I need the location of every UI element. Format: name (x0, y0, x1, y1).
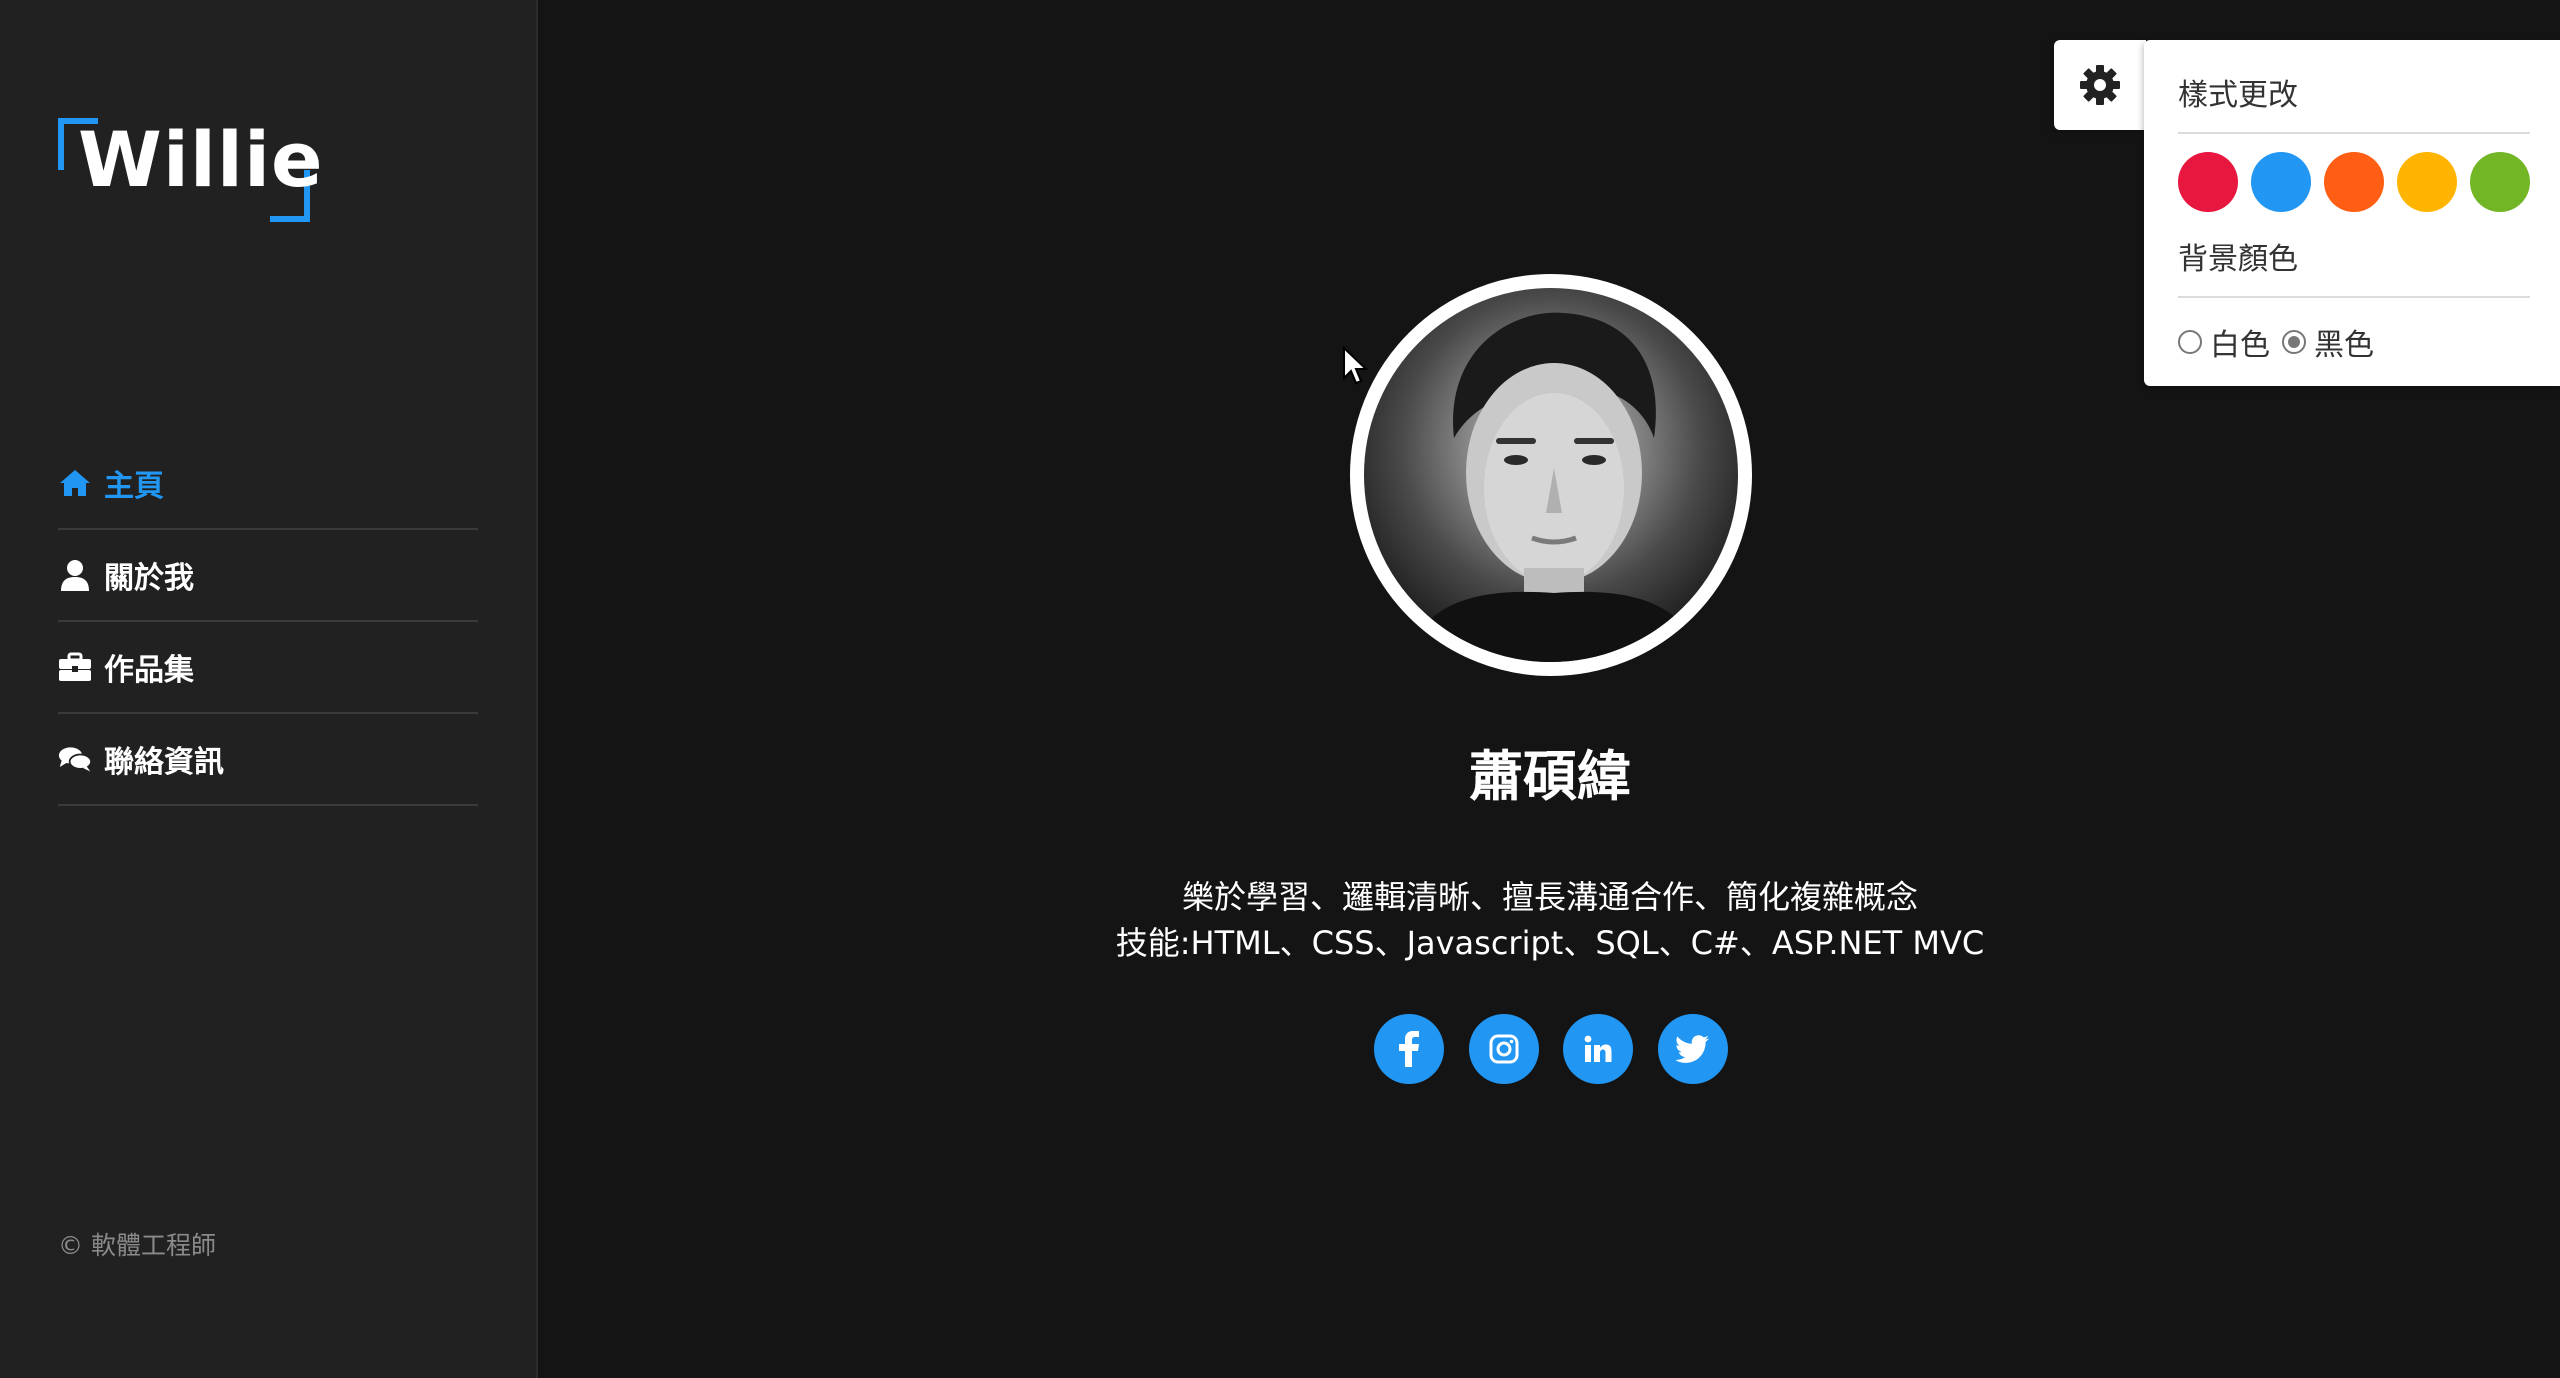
logo[interactable]: Willie (58, 118, 323, 222)
facebook-icon (1399, 1031, 1419, 1067)
linkedin-icon (1584, 1035, 1612, 1062)
comments-icon (58, 742, 92, 776)
style-panel-title: 樣式更改 (2178, 70, 2530, 134)
radio-label-white: 白色 (2210, 328, 2270, 363)
logo-text: Willie (78, 115, 324, 204)
color-swatch-orange[interactable] (2324, 152, 2384, 212)
style-switcher-panel: 樣式更改 背景顏色 白色 黑色 (2144, 40, 2560, 386)
sidebar-footer: © 軟體工程師 (58, 1231, 216, 1260)
mouse-cursor (1342, 345, 1369, 390)
nav-label-about: 關於我 (104, 561, 194, 596)
profile-description-line-1: 樂於學習、邏輯清晰、擅長溝通合作、簡化複雜概念 (1181, 878, 1918, 916)
twitter-button[interactable] (1657, 1014, 1728, 1084)
instagram-icon (1489, 1034, 1519, 1064)
twitter-icon (1675, 1035, 1709, 1063)
nav-label-contact: 聯絡資訊 (104, 745, 224, 780)
radio-label-black: 黑色 (2314, 328, 2374, 363)
nav-item-portfolio[interactable]: 作品集 (58, 622, 478, 714)
user-icon (58, 558, 92, 592)
profile-name: 蕭碩緯 (1469, 745, 1631, 808)
profile-avatar (1350, 274, 1752, 676)
background-color-title: 背景顏色 (2178, 234, 2530, 298)
nav-label-home: 主頁 (104, 469, 164, 504)
profile-description: 樂於學習、邏輯清晰、擅長溝通合作、簡化複雜概念 技能:HTML、CSS、Java… (540, 874, 2560, 966)
profile-photo (1404, 312, 1704, 662)
facebook-button[interactable] (1374, 1014, 1444, 1084)
home-icon (58, 466, 92, 500)
profile-description-line-2: 技能:HTML、CSS、Javascript、SQL、C#、ASP.NET MV… (1115, 924, 1985, 962)
nav-item-about[interactable]: 關於我 (58, 530, 478, 622)
color-swatch-blue[interactable] (2251, 152, 2311, 212)
style-switcher-toggle[interactable] (2054, 40, 2146, 130)
background-options: 白色 黑色 (2178, 320, 2530, 364)
briefcase-icon (58, 650, 92, 684)
gear-icon (2080, 65, 2120, 105)
instagram-button[interactable] (1468, 1014, 1539, 1084)
nav-label-portfolio: 作品集 (104, 653, 194, 688)
nav-item-contact[interactable]: 聯絡資訊 (58, 714, 478, 806)
radio-white-background[interactable] (2178, 330, 2202, 354)
nav-item-home[interactable]: 主頁 (58, 438, 478, 530)
color-swatch-green[interactable] (2470, 152, 2530, 212)
color-swatches (2178, 152, 2530, 212)
color-swatch-red[interactable] (2178, 152, 2238, 212)
sidebar-nav: 主頁 關於我 作品集 聯絡資訊 (58, 438, 478, 806)
sidebar: Willie 主頁 關於我 作品集 聯絡資訊 © 軟體工程師 (0, 0, 538, 1378)
linkedin-button[interactable] (1563, 1014, 1634, 1084)
social-links (1374, 1014, 1728, 1084)
color-swatch-yellow[interactable] (2397, 152, 2457, 212)
radio-black-background[interactable] (2282, 330, 2306, 354)
